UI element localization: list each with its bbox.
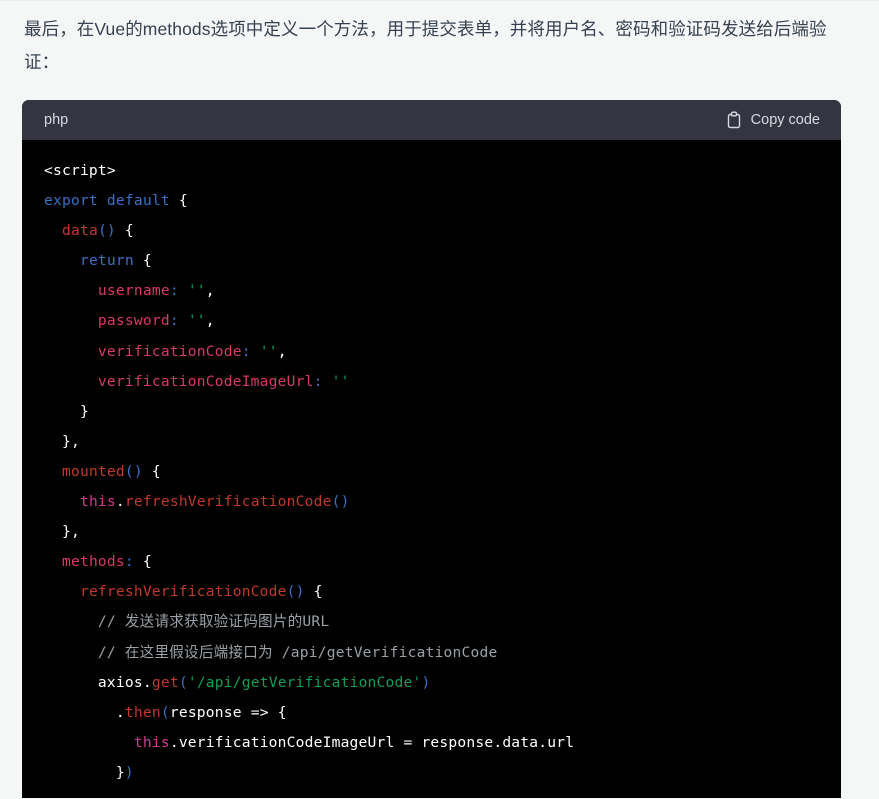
paragraph-text: 最后，在Vue的methods选项中定义一个方法，用于提交表单，并将用户名、密码…	[24, 19, 827, 72]
clipboard-icon	[726, 111, 742, 129]
code-block-header: php Copy code	[22, 100, 841, 140]
copy-code-label: Copy code	[750, 112, 820, 128]
page-container: 最后，在Vue的methods选项中定义一个方法，用于提交表单，并将用户名、密码…	[0, 0, 879, 798]
copy-code-button[interactable]: Copy code	[722, 108, 824, 132]
code-block-body: <script> export default { data() { retur…	[22, 140, 841, 798]
code-content[interactable]: <script> export default { data() { retur…	[22, 156, 841, 798]
code-language-label: php	[44, 111, 69, 128]
code-block: php Copy code <script> export default { …	[22, 100, 841, 798]
